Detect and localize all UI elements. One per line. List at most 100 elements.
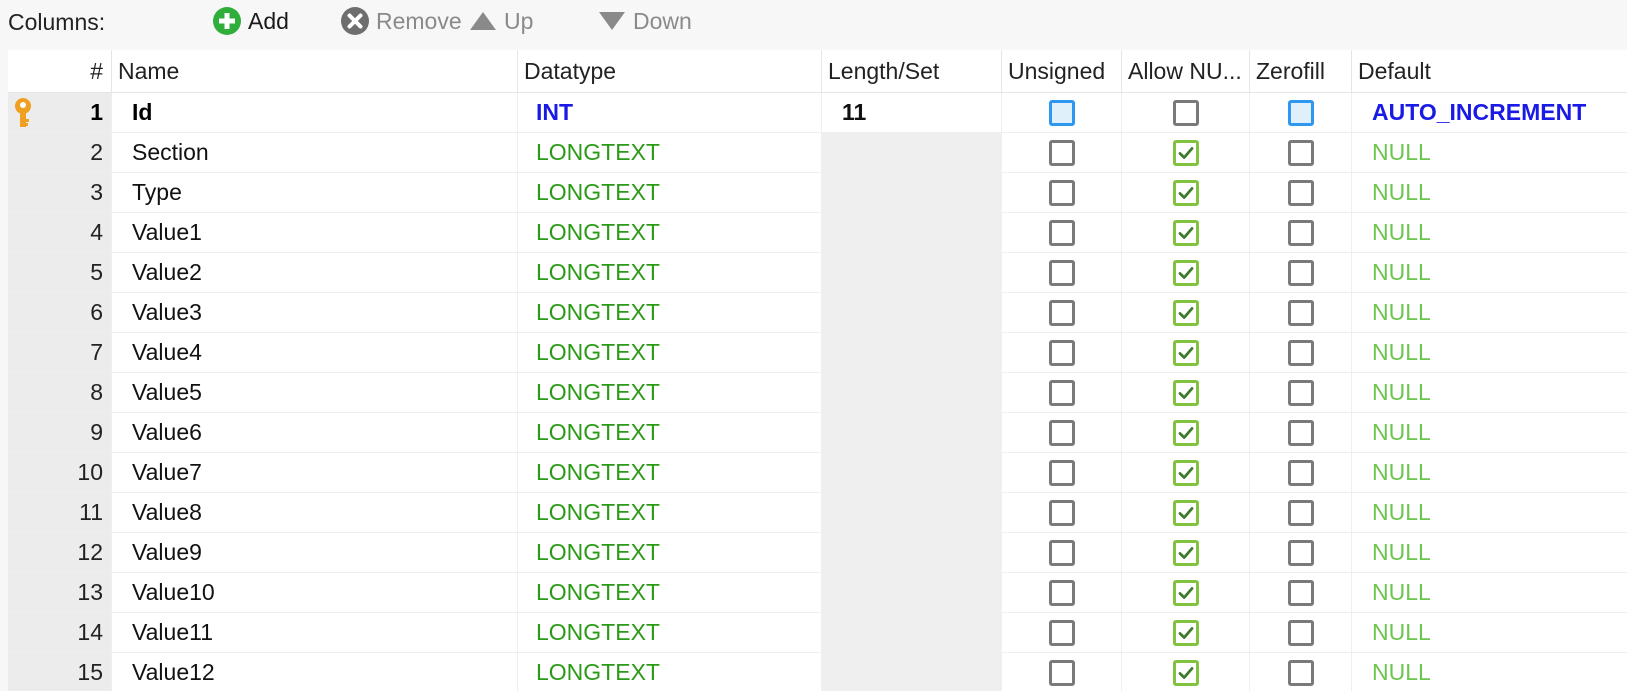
unsigned-checkbox[interactable] — [1048, 659, 1075, 686]
allow-null-checkbox[interactable] — [1172, 419, 1199, 446]
table-row[interactable]: 1 Id INT 11 AUTO_INCREMENT — [8, 93, 1627, 133]
unsigned-checkbox[interactable] — [1048, 259, 1075, 286]
table-row[interactable]: 12 Value9 LONGTEXT NULL — [8, 533, 1627, 573]
length-cell[interactable] — [822, 613, 1002, 652]
column-name-cell[interactable]: Value9 — [112, 533, 518, 572]
zerofill-checkbox[interactable] — [1287, 339, 1314, 366]
allow-null-checkbox[interactable] — [1172, 299, 1199, 326]
default-cell[interactable]: AUTO_INCREMENT — [1352, 93, 1627, 132]
datatype-cell[interactable]: LONGTEXT — [518, 653, 822, 691]
allow-null-checkbox[interactable] — [1172, 539, 1199, 566]
zerofill-checkbox[interactable] — [1287, 539, 1314, 566]
zerofill-checkbox[interactable] — [1287, 99, 1314, 126]
table-row[interactable]: 5 Value2 LONGTEXT NULL — [8, 253, 1627, 293]
column-name-cell[interactable]: Value3 — [112, 293, 518, 332]
datatype-cell[interactable]: LONGTEXT — [518, 293, 822, 332]
allow-null-checkbox[interactable] — [1172, 459, 1199, 486]
table-row[interactable]: 6 Value3 LONGTEXT NULL — [8, 293, 1627, 333]
header-zerofill[interactable]: Zerofill — [1250, 50, 1352, 92]
allow-null-checkbox[interactable] — [1172, 139, 1199, 166]
remove-column-button[interactable]: Remove — [340, 4, 462, 38]
allow-null-checkbox[interactable] — [1172, 379, 1199, 406]
table-row[interactable]: 4 Value1 LONGTEXT NULL — [8, 213, 1627, 253]
default-cell[interactable]: NULL — [1352, 573, 1627, 612]
allow-null-checkbox[interactable] — [1172, 499, 1199, 526]
column-name-cell[interactable]: Value6 — [112, 413, 518, 452]
move-down-button[interactable]: Down — [597, 4, 692, 38]
datatype-cell[interactable]: LONGTEXT — [518, 533, 822, 572]
column-name-cell[interactable]: Id — [112, 93, 518, 132]
zerofill-checkbox[interactable] — [1287, 219, 1314, 246]
column-name-cell[interactable]: Value12 — [112, 653, 518, 691]
allow-null-checkbox[interactable] — [1172, 619, 1199, 646]
datatype-cell[interactable]: LONGTEXT — [518, 413, 822, 452]
default-cell[interactable]: NULL — [1352, 493, 1627, 532]
length-cell[interactable] — [822, 333, 1002, 372]
unsigned-checkbox[interactable] — [1048, 619, 1075, 646]
header-length[interactable]: Length/Set — [822, 50, 1002, 92]
datatype-cell[interactable]: LONGTEXT — [518, 573, 822, 612]
add-column-button[interactable]: Add — [212, 4, 289, 38]
default-cell[interactable]: NULL — [1352, 253, 1627, 292]
column-name-cell[interactable]: Type — [112, 173, 518, 212]
datatype-cell[interactable]: LONGTEXT — [518, 173, 822, 212]
default-cell[interactable]: NULL — [1352, 653, 1627, 691]
length-cell[interactable] — [822, 173, 1002, 212]
unsigned-checkbox[interactable] — [1048, 579, 1075, 606]
header-allow-null[interactable]: Allow NU... — [1122, 50, 1250, 92]
column-name-cell[interactable]: Value1 — [112, 213, 518, 252]
column-name-cell[interactable]: Value7 — [112, 453, 518, 492]
allow-null-checkbox[interactable] — [1172, 219, 1199, 246]
zerofill-checkbox[interactable] — [1287, 579, 1314, 606]
length-cell[interactable] — [822, 373, 1002, 412]
default-cell[interactable]: NULL — [1352, 533, 1627, 572]
datatype-cell[interactable]: LONGTEXT — [518, 253, 822, 292]
table-row[interactable]: 3 Type LONGTEXT NULL — [8, 173, 1627, 213]
column-name-cell[interactable]: Value4 — [112, 333, 518, 372]
column-name-cell[interactable]: Value2 — [112, 253, 518, 292]
header-name[interactable]: Name — [112, 50, 518, 92]
length-cell[interactable] — [822, 413, 1002, 452]
zerofill-checkbox[interactable] — [1287, 299, 1314, 326]
default-cell[interactable]: NULL — [1352, 293, 1627, 332]
length-cell[interactable] — [822, 493, 1002, 532]
length-cell[interactable] — [822, 293, 1002, 332]
datatype-cell[interactable]: LONGTEXT — [518, 373, 822, 412]
zerofill-checkbox[interactable] — [1287, 499, 1314, 526]
length-cell[interactable] — [822, 133, 1002, 172]
header-datatype[interactable]: Datatype — [518, 50, 822, 92]
zerofill-checkbox[interactable] — [1287, 379, 1314, 406]
zerofill-checkbox[interactable] — [1287, 139, 1314, 166]
zerofill-checkbox[interactable] — [1287, 659, 1314, 686]
unsigned-checkbox[interactable] — [1048, 219, 1075, 246]
table-row[interactable]: 11 Value8 LONGTEXT NULL — [8, 493, 1627, 533]
default-cell[interactable]: NULL — [1352, 333, 1627, 372]
column-name-cell[interactable]: Section — [112, 133, 518, 172]
table-row[interactable]: 10 Value7 LONGTEXT NULL — [8, 453, 1627, 493]
datatype-cell[interactable]: LONGTEXT — [518, 333, 822, 372]
allow-null-checkbox[interactable] — [1172, 659, 1199, 686]
length-cell[interactable] — [822, 533, 1002, 572]
default-cell[interactable]: NULL — [1352, 413, 1627, 452]
length-cell[interactable] — [822, 213, 1002, 252]
length-cell[interactable]: 11 — [822, 93, 1002, 132]
zerofill-checkbox[interactable] — [1287, 259, 1314, 286]
datatype-cell[interactable]: LONGTEXT — [518, 133, 822, 172]
datatype-cell[interactable]: LONGTEXT — [518, 493, 822, 532]
length-cell[interactable] — [822, 453, 1002, 492]
table-row[interactable]: 8 Value5 LONGTEXT NULL — [8, 373, 1627, 413]
default-cell[interactable]: NULL — [1352, 613, 1627, 652]
column-name-cell[interactable]: Value11 — [112, 613, 518, 652]
default-cell[interactable]: NULL — [1352, 173, 1627, 212]
table-row[interactable]: 2 Section LONGTEXT NULL — [8, 133, 1627, 173]
unsigned-checkbox[interactable] — [1048, 459, 1075, 486]
unsigned-checkbox[interactable] — [1048, 299, 1075, 326]
zerofill-checkbox[interactable] — [1287, 459, 1314, 486]
allow-null-checkbox[interactable] — [1172, 259, 1199, 286]
header-default[interactable]: Default — [1352, 50, 1627, 92]
table-row[interactable]: 15 Value12 LONGTEXT NULL — [8, 653, 1627, 691]
length-cell[interactable] — [822, 573, 1002, 612]
unsigned-checkbox[interactable] — [1048, 539, 1075, 566]
move-up-button[interactable]: Up — [468, 4, 533, 38]
unsigned-checkbox[interactable] — [1048, 499, 1075, 526]
